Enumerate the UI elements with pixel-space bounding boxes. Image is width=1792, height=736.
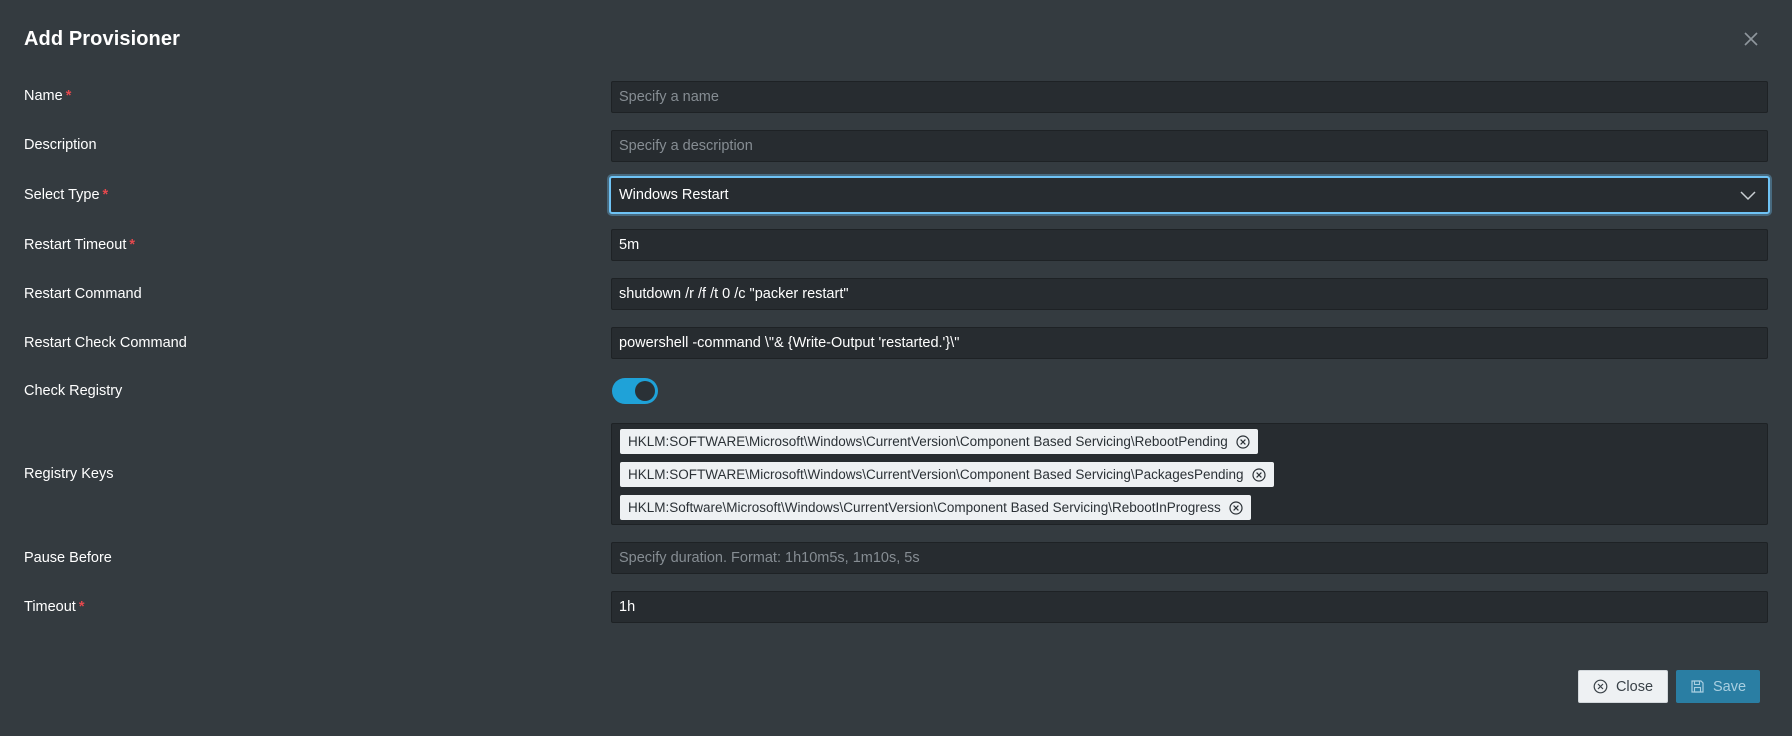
- save-button[interactable]: Save: [1676, 670, 1760, 703]
- circle-x-icon[interactable]: [1229, 500, 1243, 515]
- description-label: Description: [24, 137, 97, 153]
- restart-command-input[interactable]: shutdown /r /f /t 0 /c "packer restart": [611, 278, 1768, 310]
- toggle-knob: [635, 381, 655, 401]
- name-label: Name *: [24, 88, 72, 104]
- close-icon[interactable]: [1740, 28, 1762, 50]
- registry-key-text: HKLM:SOFTWARE\Microsoft\Windows\CurrentV…: [628, 467, 1244, 482]
- type-select[interactable]: Windows Restart: [609, 176, 1770, 214]
- timeout-input[interactable]: 1h: [611, 591, 1768, 623]
- check-registry-toggle[interactable]: [612, 378, 658, 404]
- add-provisioner-dialog: Add Provisioner Name * Specify a name Des…: [0, 0, 1792, 736]
- timeout-label: Timeout *: [24, 599, 85, 615]
- required-mark: *: [102, 187, 109, 203]
- check-registry-label: Check Registry: [24, 383, 123, 399]
- restart-timeout-input[interactable]: 5m: [611, 229, 1768, 261]
- registry-key-text: HKLM:SOFTWARE\Microsoft\Windows\CurrentV…: [628, 434, 1228, 449]
- registry-key-tag: HKLM:SOFTWARE\Microsoft\Windows\CurrentV…: [620, 462, 1274, 487]
- required-mark: *: [78, 599, 85, 615]
- registry-keys-label: Registry Keys: [24, 466, 114, 482]
- required-mark: *: [129, 237, 135, 253]
- floppy-disk-icon: [1690, 679, 1705, 694]
- chevron-down-icon: [1740, 188, 1756, 202]
- registry-key-text: HKLM:Software\Microsoft\Windows\CurrentV…: [628, 500, 1221, 515]
- restart-check-command-label: Restart Check Command: [24, 335, 187, 351]
- select-type-label: Select Type *: [24, 187, 109, 203]
- circle-x-icon[interactable]: [1236, 434, 1250, 449]
- restart-check-command-input[interactable]: powershell -command \"& {Write-Output 'r…: [611, 327, 1768, 359]
- name-input[interactable]: Specify a name: [611, 81, 1768, 113]
- required-mark: *: [65, 88, 72, 104]
- dialog-title: Add Provisioner: [24, 28, 180, 50]
- close-button-label: Close: [1615, 678, 1654, 695]
- pause-before-label: Pause Before: [24, 550, 112, 566]
- registry-key-tag: HKLM:SOFTWARE\Microsoft\Windows\CurrentV…: [620, 429, 1258, 454]
- restart-command-label: Restart Command: [24, 286, 142, 302]
- circle-x-icon: [1593, 679, 1608, 694]
- description-input[interactable]: Specify a description: [611, 130, 1768, 162]
- circle-x-icon[interactable]: [1251, 467, 1266, 482]
- restart-timeout-label: Restart Timeout *: [24, 237, 135, 253]
- close-button[interactable]: Close: [1578, 670, 1668, 703]
- type-select-value: Windows Restart: [619, 187, 729, 203]
- save-button-label: Save: [1712, 678, 1747, 695]
- registry-keys-input[interactable]: HKLM:SOFTWARE\Microsoft\Windows\CurrentV…: [611, 423, 1768, 525]
- registry-key-tag: HKLM:Software\Microsoft\Windows\CurrentV…: [620, 495, 1251, 520]
- pause-before-input[interactable]: Specify duration. Format: 1h10m5s, 1m10s…: [611, 542, 1768, 574]
